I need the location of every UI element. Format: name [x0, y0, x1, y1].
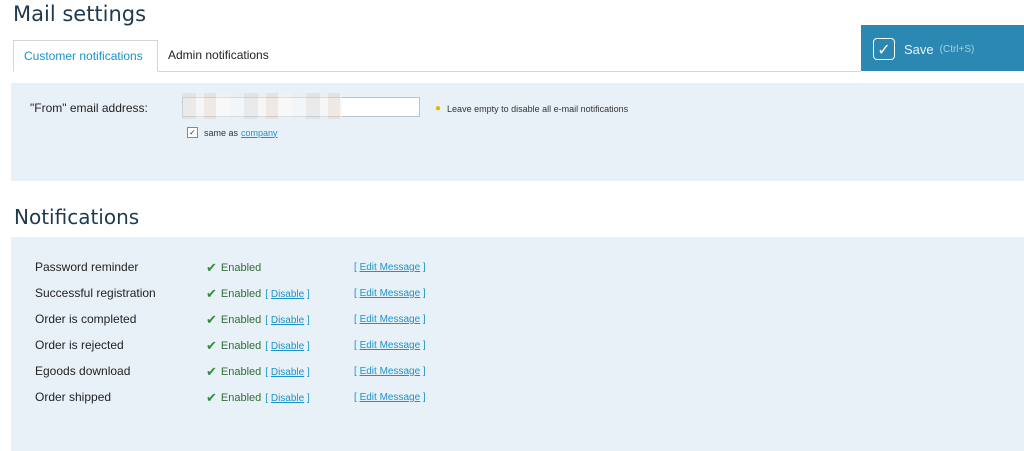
notification-status: ✔ Enabled [ Disable ]: [206, 364, 310, 380]
edit-message-link[interactable]: Edit Message: [360, 366, 421, 377]
disable-link[interactable]: Disable: [271, 393, 304, 404]
disable-wrap: [ Disable ]: [265, 340, 310, 352]
checkmark-icon: ✔: [206, 364, 217, 379]
notifications-section: Password reminder ✔ Enabled [ Edit Messa…: [11, 237, 1024, 451]
edit-message-link[interactable]: Edit Message: [360, 392, 421, 403]
page-title: Mail settings: [13, 2, 147, 26]
notification-name: Password reminder: [35, 260, 139, 274]
email-hint: ● Leave empty to disable all e-mail noti…: [435, 103, 628, 114]
same-as-company: ✓ same as company: [187, 127, 278, 138]
save-shortcut: (Ctrl+S): [939, 43, 975, 55]
tab-customer-notifications[interactable]: Customer notifications: [13, 40, 158, 72]
disable-wrap: [ Disable ]: [265, 288, 310, 300]
from-email-label: "From" email address:: [30, 101, 148, 115]
edit-message-link[interactable]: Edit Message: [360, 314, 421, 325]
disable-link[interactable]: Disable: [271, 315, 304, 326]
notification-status: ✔ Enabled [ Disable ]: [206, 312, 310, 328]
notification-status: ✔ Enabled [ Disable ]: [206, 338, 310, 354]
disable-wrap: [ Disable ]: [265, 366, 310, 378]
notifications-title: Notifications: [14, 205, 140, 229]
hint-text: Leave empty to disable all e-mail notifi…: [447, 103, 629, 114]
tab-bar: Customer notifications Admin notificatio…: [13, 40, 861, 72]
notification-status: ✔ Enabled [ Disable ]: [206, 390, 310, 406]
notification-row: Egoods download ✔ Enabled [ Disable ] [ …: [11, 360, 1024, 386]
notification-name: Successful registration: [35, 286, 156, 300]
checkmark-icon: ✔: [206, 390, 217, 405]
notification-status: ✔ Enabled: [206, 260, 261, 276]
checkmark-icon: ✔: [206, 286, 217, 301]
edit-message-wrap: [ Edit Message ]: [354, 288, 426, 299]
edit-message-link[interactable]: Edit Message: [360, 340, 421, 351]
company-link[interactable]: company: [241, 128, 278, 138]
notification-row: Order is rejected ✔ Enabled [ Disable ] …: [11, 334, 1024, 360]
notification-name: Order is rejected: [35, 338, 124, 352]
check-icon: ✓: [873, 38, 895, 60]
disable-link[interactable]: Disable: [271, 289, 304, 300]
from-email-section: "From" email address: ● Leave empty to d…: [11, 83, 1024, 181]
lightbulb-icon: ●: [435, 103, 442, 114]
status-text: Enabled: [220, 366, 262, 378]
edit-message-wrap: [ Edit Message ]: [354, 314, 426, 325]
status-text: Enabled: [220, 288, 262, 300]
edit-message-link[interactable]: Edit Message: [360, 288, 421, 299]
disable-link[interactable]: Disable: [271, 367, 304, 378]
edit-message-wrap: [ Edit Message ]: [354, 366, 426, 377]
status-text: Enabled: [220, 392, 262, 404]
disable-wrap: [ Disable ]: [265, 314, 310, 326]
status-text: Enabled: [220, 314, 262, 326]
tab-admin-notifications[interactable]: Admin notifications: [158, 40, 279, 70]
same-as-checkbox[interactable]: ✓: [187, 127, 198, 138]
notification-name: Order shipped: [35, 390, 112, 404]
edit-message-wrap: [ Edit Message ]: [354, 262, 426, 273]
status-text: Enabled: [220, 262, 262, 274]
edit-message-wrap: [ Edit Message ]: [354, 392, 426, 403]
notification-name: Order is completed: [35, 312, 137, 326]
notification-row: Order shipped ✔ Enabled [ Disable ] [ Ed…: [11, 386, 1024, 412]
notification-row: Password reminder ✔ Enabled [ Edit Messa…: [11, 256, 1024, 282]
notification-row: Successful registration ✔ Enabled [ Disa…: [11, 282, 1024, 308]
checkmark-icon: ✔: [206, 312, 217, 327]
disable-wrap: [ Disable ]: [265, 392, 310, 404]
edit-message-wrap: [ Edit Message ]: [354, 340, 426, 351]
notification-row: Order is completed ✔ Enabled [ Disable ]…: [11, 308, 1024, 334]
same-as-prefix: same as: [204, 127, 239, 138]
save-button[interactable]: ✓ Save (Ctrl+S): [873, 36, 974, 62]
disable-link[interactable]: Disable: [271, 341, 304, 352]
notification-status: ✔ Enabled [ Disable ]: [206, 286, 310, 302]
save-label: Save: [904, 41, 934, 57]
edit-message-link[interactable]: Edit Message: [360, 262, 421, 273]
status-text: Enabled: [220, 340, 262, 352]
redacted-email: [182, 93, 342, 119]
notification-name: Egoods download: [35, 364, 131, 378]
save-panel: ✓ Save (Ctrl+S): [861, 25, 1024, 71]
checkmark-icon: ✔: [206, 338, 217, 353]
checkmark-icon: ✔: [206, 260, 217, 275]
